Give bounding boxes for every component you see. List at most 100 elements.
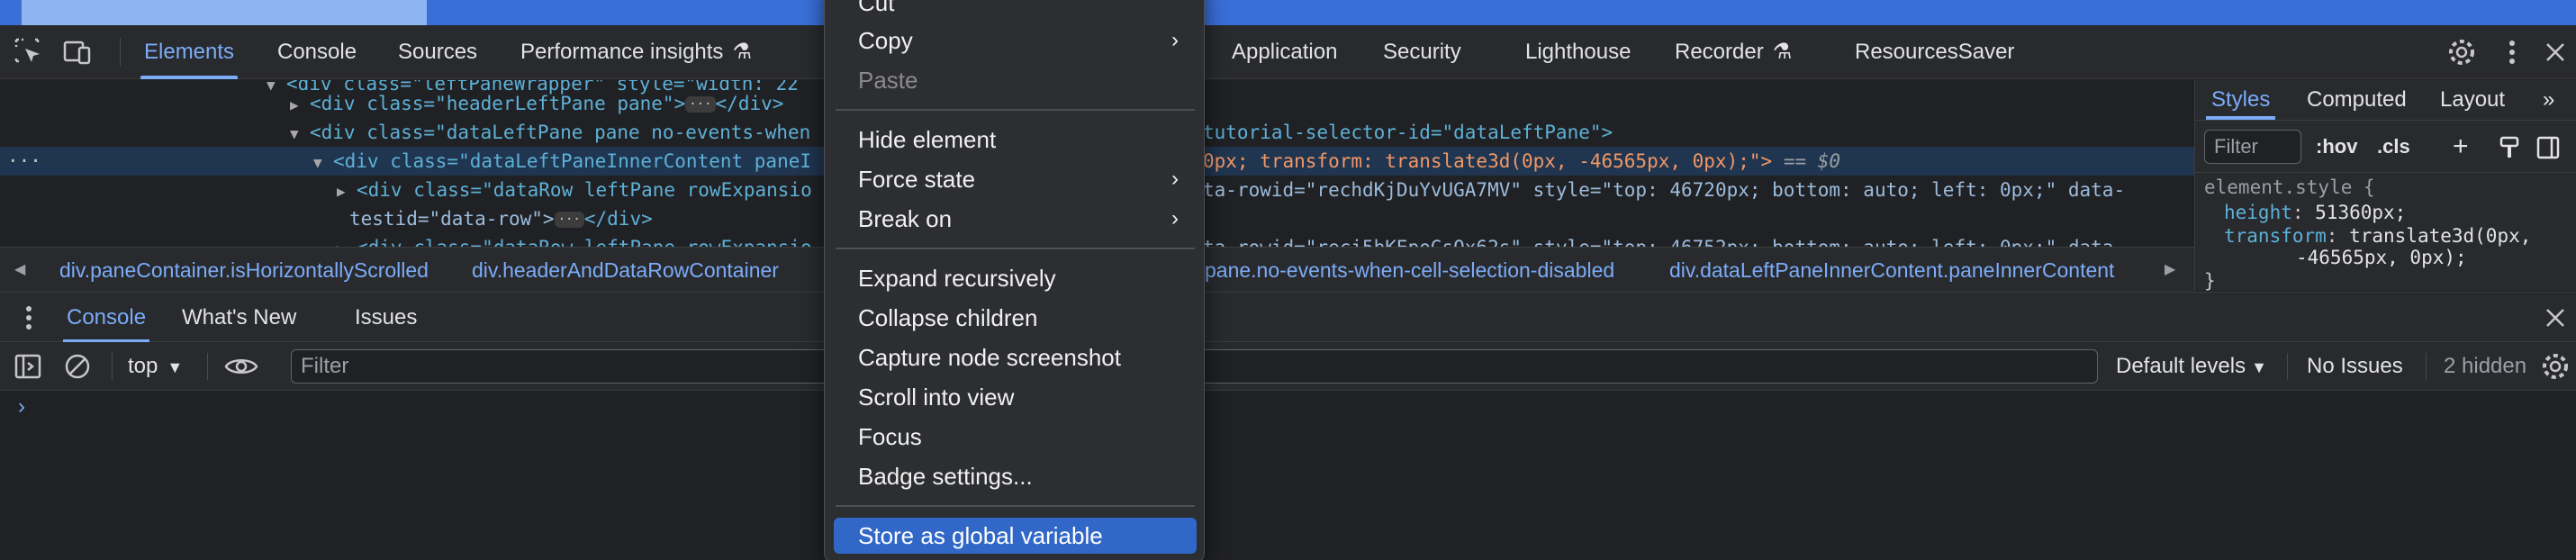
device-toolbar-icon[interactable]: [61, 36, 94, 68]
menu-separator: [836, 109, 1195, 111]
breadcrumb-item[interactable]: pane.no-events-when-cell-selection-disab…: [1205, 248, 1614, 293]
collapse-arrow-icon[interactable]: ▼: [290, 120, 310, 149]
dom-node-text: <div class="dataLeftPane pane no-events-…: [310, 122, 811, 143]
collapse-arrow-icon[interactable]: ▼: [313, 149, 333, 177]
menu-item-cut[interactable]: Cut: [834, 0, 1197, 21]
breadcrumb-item[interactable]: div.paneContainer.isHorizontallyScrolled: [59, 248, 429, 293]
dom-node[interactable]: ▶<div class="dataRow leftPane rowExpansi…: [0, 233, 2125, 247]
expand-arrow-icon[interactable]: ▶: [337, 177, 357, 206]
inspect-element-icon[interactable]: [13, 36, 45, 68]
tab-performance-insights[interactable]: Performance insights ⚗: [520, 25, 752, 79]
style-property[interactable]: height: [2224, 202, 2292, 223]
drawer-tab-console[interactable]: Console: [62, 293, 150, 343]
log-levels-dropdown[interactable]: Default levels ▼: [2116, 342, 2267, 391]
eye-icon[interactable]: [223, 350, 258, 383]
context-selector[interactable]: top ▼: [128, 342, 183, 391]
more-icon[interactable]: ···: [7, 147, 41, 176]
dom-node-continued[interactable]: testid="data-row"> ··· </div>: [0, 204, 653, 233]
dom-node-style-value: 0px; transform: translate3d(0px, -46565p…: [1203, 150, 1773, 172]
sidebar-toggle-icon[interactable]: [2535, 130, 2561, 164]
console-output[interactable]: ›: [0, 391, 2576, 560]
menu-separator: [836, 248, 1195, 249]
console-sidebar-icon[interactable]: [13, 350, 45, 383]
tab-application[interactable]: Application: [1232, 25, 1337, 79]
menu-item-capture-node-screenshot[interactable]: Capture node screenshot: [834, 339, 1197, 375]
more-options-icon[interactable]: [2496, 36, 2528, 68]
tab-layout[interactable]: Layout: [2440, 80, 2505, 120]
gear-icon[interactable]: [2445, 36, 2478, 68]
tab-console[interactable]: Console: [277, 25, 357, 79]
dom-node[interactable]: ▶ <div class="headerLeftPane pane"> ··· </d…: [0, 89, 783, 118]
drawer-menu-icon[interactable]: [13, 302, 45, 334]
paint-icon[interactable]: [2498, 130, 2521, 164]
chevron-right-icon: ›: [1171, 167, 1179, 191]
menu-item-break-on[interactable]: Break on ›: [834, 201, 1197, 237]
hidden-count: 2 hidden: [2444, 354, 2527, 378]
tab-sources[interactable]: Sources: [398, 25, 477, 79]
dom-node-text-right: 0px; transform: translate3d(0px, -46565p…: [1203, 147, 1840, 176]
menu-item-copy-label: Copy: [858, 27, 913, 54]
more-tabs-icon[interactable]: »: [2543, 80, 2554, 120]
scroll-right-icon[interactable]: ▶: [2165, 248, 2175, 293]
close-icon[interactable]: [2539, 36, 2571, 68]
dom-node[interactable]: ▶<div class="dataRow leftPane rowExpansi…: [0, 176, 2125, 206]
tab-styles[interactable]: Styles: [2205, 80, 2276, 120]
dom-node[interactable]: ▼ <div class="dataLeftPane pane no-events…: [0, 118, 1613, 149]
styles-filter-input[interactable]: Filter: [2204, 130, 2301, 164]
expand-arrow-icon[interactable]: ▶: [337, 235, 357, 247]
add-rule-icon[interactable]: +: [2453, 130, 2469, 164]
menu-item-hide-element[interactable]: Hide element: [834, 122, 1197, 158]
style-property[interactable]: transform: [2224, 225, 2327, 247]
menu-item-paste: Paste: [858, 67, 918, 94]
hov-toggle[interactable]: :hov: [2316, 130, 2357, 164]
cls-toggle[interactable]: .cls: [2377, 130, 2410, 164]
scroll-left-icon[interactable]: ◀: [14, 248, 25, 293]
clear-console-icon[interactable]: [61, 350, 94, 383]
context-selector-label: top: [128, 354, 158, 378]
toolbar-divider: [112, 353, 113, 380]
tab-elements[interactable]: Elements: [140, 25, 239, 79]
ellipsis-badge[interactable]: ···: [554, 212, 584, 228]
ellipsis-badge[interactable]: ···: [685, 96, 716, 113]
issues-button[interactable]: No Issues: [2307, 342, 2403, 391]
flask-icon: ⚗: [1772, 40, 1793, 64]
dropdown-arrow-icon: ▼: [167, 358, 184, 376]
tab-recorder[interactable]: Recorder ⚗: [1675, 25, 1792, 79]
dom-node-text: <div class="dataLeftPaneInnerContent pan…: [333, 150, 812, 172]
toolbar-divider: [2426, 353, 2427, 380]
menu-item-scroll-into-view[interactable]: Scroll into view: [834, 379, 1197, 415]
breadcrumb-item[interactable]: div.dataLeftPaneInnerContent.paneInnerCo…: [1669, 248, 2114, 293]
menu-item-copy[interactable]: Copy ›: [834, 23, 1197, 59]
breadcrumb-item[interactable]: div.headerAndDataRowContainer: [472, 248, 779, 293]
tab-recorder-label: Recorder: [1675, 40, 1764, 64]
expand-arrow-icon[interactable]: ▶: [290, 91, 310, 120]
devtools-main-toolbar: Elements Console Sources Performance ins…: [0, 25, 2576, 79]
close-drawer-icon[interactable]: [2539, 302, 2571, 334]
dom-node-close: </div>: [583, 208, 653, 230]
menu-item-badge-settings[interactable]: Badge settings...: [834, 458, 1197, 494]
menu-item-expand-recursively[interactable]: Expand recursively: [834, 260, 1197, 296]
dom-node-text: <div class="dataRow leftPane rowExpansio: [357, 237, 812, 247]
console-settings-gear-icon[interactable]: [2539, 350, 2571, 383]
drawer-tab-whats-new[interactable]: What's New: [182, 293, 296, 343]
tab-security[interactable]: Security: [1383, 25, 1461, 79]
style-value[interactable]: 51360px;: [2315, 202, 2406, 223]
tab-lighthouse[interactable]: Lighthouse: [1525, 25, 1631, 79]
menu-item-force-state[interactable]: Force state ›: [834, 161, 1197, 197]
style-value[interactable]: translate3d(0px,: [2349, 225, 2531, 247]
toolbar-divider: [120, 38, 121, 67]
tab-computed[interactable]: Computed: [2307, 80, 2407, 120]
dom-node-text-right: ta-rowid="reci5bKEpoGsOx62s" style="top:…: [1203, 233, 2125, 247]
tab-resources-saver[interactable]: ResourcesSaver: [1855, 25, 2014, 79]
menu-item-store-as-global-variable[interactable]: Store as global variable: [834, 518, 1197, 554]
style-declaration[interactable]: height: 51360px;: [2224, 201, 2406, 224]
page-highlight: [22, 0, 427, 25]
drawer-tabbar: Console What's New Issues: [0, 292, 2576, 343]
menu-item-collapse-children[interactable]: Collapse children: [834, 300, 1197, 336]
style-declaration[interactable]: transform: translate3d(0px,: [2224, 224, 2531, 248]
menu-item-focus[interactable]: Focus: [834, 419, 1197, 455]
dom-node-text-right: ta-rowid="rechdKjDuYvUGA7MV" style="top:…: [1203, 179, 2126, 201]
drawer-tab-issues[interactable]: Issues: [355, 293, 417, 343]
dollar-zero-marker: == $0: [1783, 150, 1841, 172]
styles-pane: Styles Computed Layout » Filter :hov .cl…: [2194, 80, 2576, 291]
